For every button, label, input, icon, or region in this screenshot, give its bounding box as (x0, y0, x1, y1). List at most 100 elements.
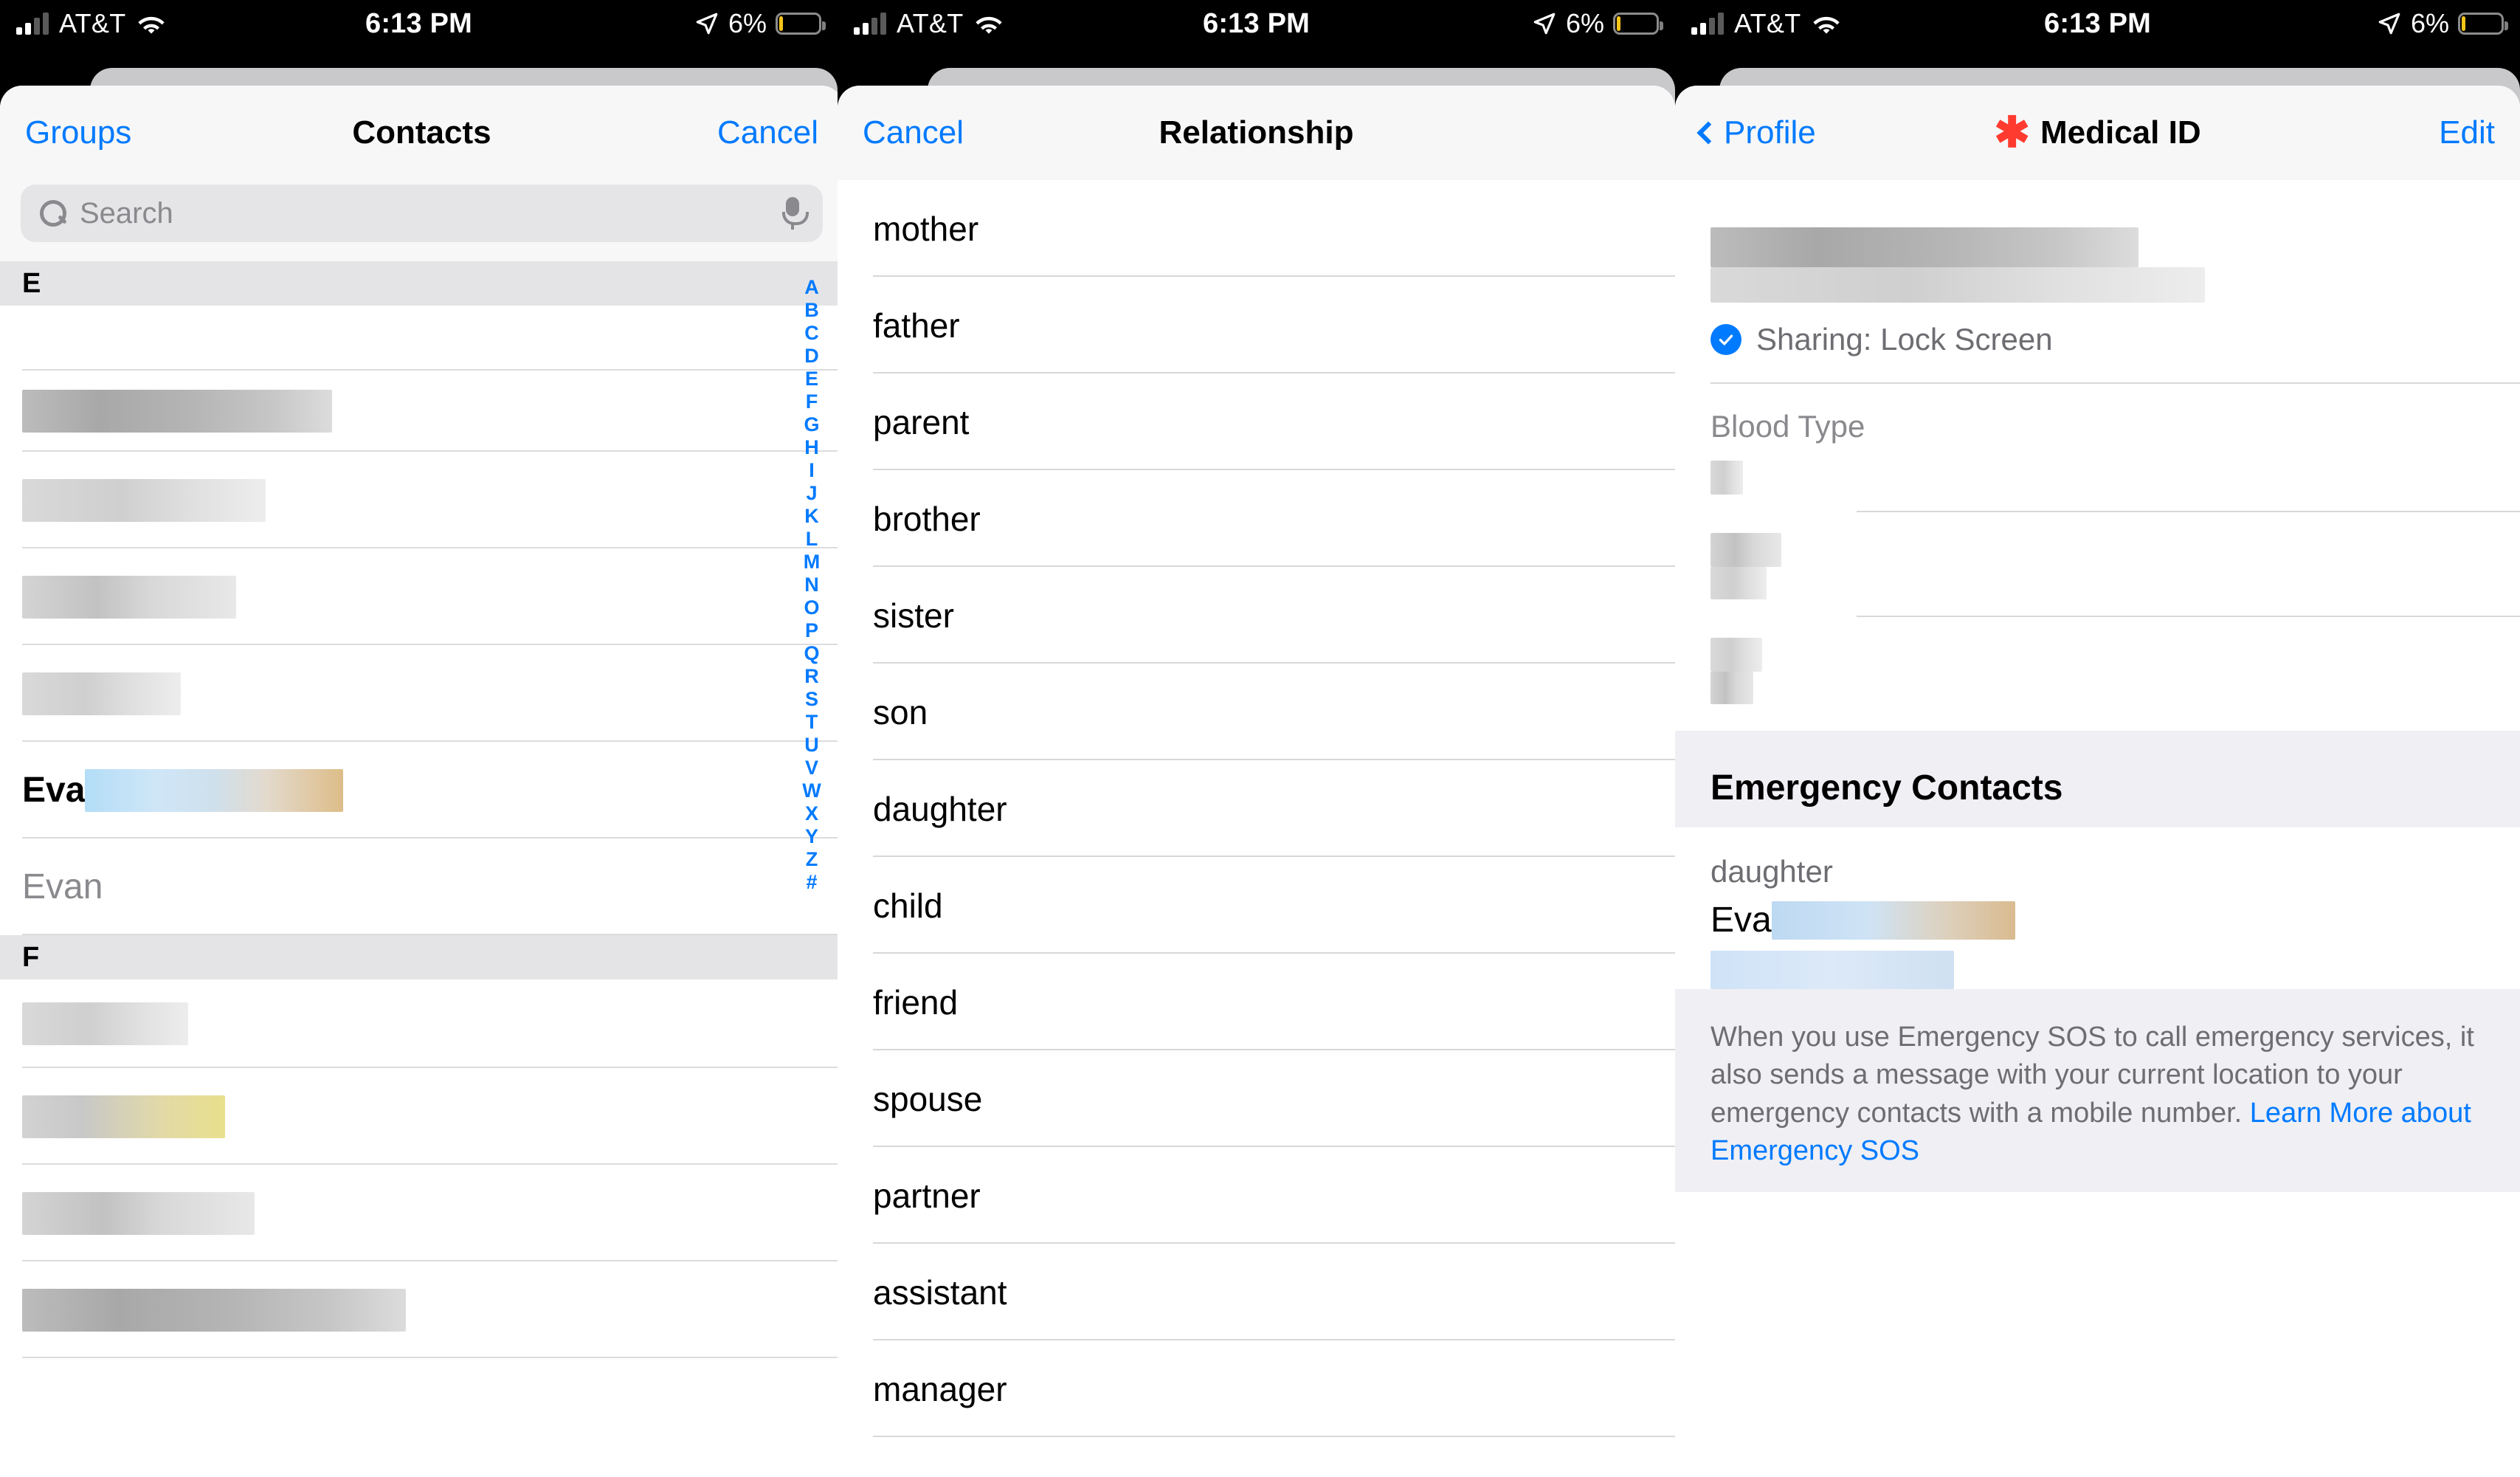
index-letter[interactable]: P (805, 619, 818, 642)
page-title-label: Medical ID (2040, 114, 2201, 151)
relationship-option[interactable]: father (838, 277, 1675, 373)
contacts-list[interactable]: E Eva Evan F A B C D E F G H I J K L M N… (0, 261, 838, 1464)
list-item[interactable] (0, 452, 838, 548)
relationship-option[interactable]: partner (838, 1147, 1675, 1244)
relationship-option[interactable]: manager (838, 1340, 1675, 1437)
list-item-eva[interactable]: Eva (0, 742, 838, 839)
redacted-name (22, 478, 266, 522)
groups-button[interactable]: Groups (25, 114, 131, 151)
battery-percent-label: 6% (2410, 8, 2449, 38)
list-item[interactable] (0, 371, 838, 452)
relationship-option[interactable]: son (838, 664, 1675, 760)
relationship-option[interactable]: mother (838, 180, 1675, 277)
microphone-icon[interactable] (781, 197, 809, 230)
emergency-contact-row[interactable]: Eva (1675, 900, 2520, 940)
index-letter[interactable]: F (806, 390, 818, 413)
medical-asterisk-icon: ✱ (1994, 108, 2030, 156)
index-letter[interactable]: X (805, 802, 818, 825)
index-letter[interactable]: T (806, 711, 818, 734)
index-letter[interactable]: S (805, 688, 818, 711)
index-letter[interactable]: Q (804, 642, 819, 665)
index-letter[interactable]: O (804, 596, 819, 619)
cellular-signal-icon (16, 13, 49, 35)
index-letter[interactable]: L (806, 528, 818, 551)
index-letter[interactable]: Z (806, 848, 818, 871)
redacted-name (22, 575, 236, 619)
relationship-option[interactable]: sister (838, 567, 1675, 664)
list-item[interactable] (0, 645, 838, 742)
redacted-name-line-1 (1711, 227, 2138, 267)
blood-type-field[interactable]: Blood Type (1675, 384, 2520, 495)
index-letter[interactable]: M (804, 551, 821, 574)
redacted-name (22, 1191, 255, 1235)
sharing-label: Sharing: Lock Screen (1756, 322, 2053, 357)
list-item[interactable] (0, 306, 838, 371)
list-item[interactable] (0, 1068, 838, 1165)
index-letter[interactable]: Y (805, 825, 818, 848)
relationship-option[interactable]: friend (838, 954, 1675, 1050)
relationship-option[interactable]: child (838, 857, 1675, 954)
index-letter[interactable]: H (804, 436, 819, 459)
cancel-button[interactable]: Cancel (863, 114, 964, 151)
index-letter[interactable]: V (805, 757, 818, 779)
relationship-option[interactable]: parent (838, 373, 1675, 470)
list-item-evan[interactable]: Evan (0, 839, 838, 935)
emergency-contact-name: Eva (1711, 901, 1772, 940)
redacted-last-name (85, 768, 344, 812)
status-bar-left: AT&T (0, 8, 166, 39)
checkmark-circle-icon (1711, 324, 1741, 355)
relationship-option[interactable]: spouse (838, 1050, 1675, 1147)
redacted-contact-phone (1711, 951, 1954, 989)
search-input[interactable]: Search (21, 185, 823, 242)
list-item[interactable] (0, 548, 838, 645)
index-letter[interactable]: J (806, 482, 817, 505)
relationship-sheet: Cancel Relationship mother father parent br… (838, 86, 1675, 1477)
index-letter[interactable]: C (804, 322, 819, 345)
status-bar-right: 6% (2377, 8, 2520, 39)
list-item[interactable] (0, 979, 838, 1068)
status-bar: AT&T 6:13 PM 6% (0, 0, 838, 47)
index-letter[interactable]: R (804, 665, 819, 688)
search-placeholder: Search (80, 196, 173, 230)
index-letter[interactable]: D (804, 345, 819, 368)
section-header-e: E (0, 261, 838, 306)
edit-button[interactable]: Edit (2439, 114, 2495, 151)
back-to-profile-button[interactable]: Profile (1696, 114, 1816, 151)
index-letter[interactable]: W (802, 779, 821, 802)
index-letter[interactable]: G (804, 413, 819, 436)
redacted-field-line-2 (1711, 567, 1767, 599)
status-bar-right: 6% (1532, 8, 1675, 39)
index-letter[interactable]: K (804, 505, 819, 528)
list-item[interactable] (0, 1165, 838, 1261)
list-item[interactable] (0, 1261, 838, 1358)
index-letter[interactable]: E (805, 368, 818, 390)
wifi-icon (137, 13, 166, 35)
index-letter[interactable]: N (804, 574, 819, 596)
relationship-options-list[interactable]: mother father parent brother sister son daught… (838, 180, 1675, 1477)
medical-field[interactable] (1675, 617, 2520, 731)
emergency-sos-footer: When you use Emergency SOS to call emerg… (1675, 989, 2520, 1193)
index-letter[interactable]: U (804, 734, 819, 757)
relationship-option[interactable]: assistant (838, 1244, 1675, 1340)
medical-id-nav-bar: Profile ✱ Medical ID Edit (1675, 86, 2520, 180)
alphabet-index[interactable]: A B C D E F G H I J K L M N O P Q R S T U V W X Y Z # (799, 276, 824, 894)
cancel-button[interactable]: Cancel (717, 114, 818, 151)
status-bar-left: AT&T (838, 8, 1004, 39)
medical-field[interactable] (1675, 512, 2520, 599)
medical-id-sheet: Profile ✱ Medical ID Edit Sharing: Lock … (1675, 86, 2520, 1477)
contacts-nav-bar: Groups Contacts Cancel (0, 86, 838, 180)
index-letter[interactable]: B (804, 299, 819, 322)
index-letter[interactable]: # (806, 871, 817, 894)
redacted-name (22, 672, 181, 715)
relationship-option[interactable]: daughter (838, 760, 1675, 857)
status-bar: AT&T 6:13 PM 6% (1675, 0, 2520, 47)
battery-icon (2458, 13, 2508, 35)
sharing-status[interactable]: Sharing: Lock Screen (1675, 303, 2520, 382)
wifi-icon (1812, 13, 1841, 35)
relationship-option[interactable]: brother (838, 470, 1675, 567)
index-letter[interactable]: I (809, 459, 815, 482)
index-letter[interactable]: A (804, 276, 819, 299)
emergency-contacts-header: Emergency Contacts (1675, 731, 2520, 827)
relationship-nav-bar: Cancel Relationship (838, 86, 1675, 180)
cellular-signal-icon (1691, 13, 1724, 35)
